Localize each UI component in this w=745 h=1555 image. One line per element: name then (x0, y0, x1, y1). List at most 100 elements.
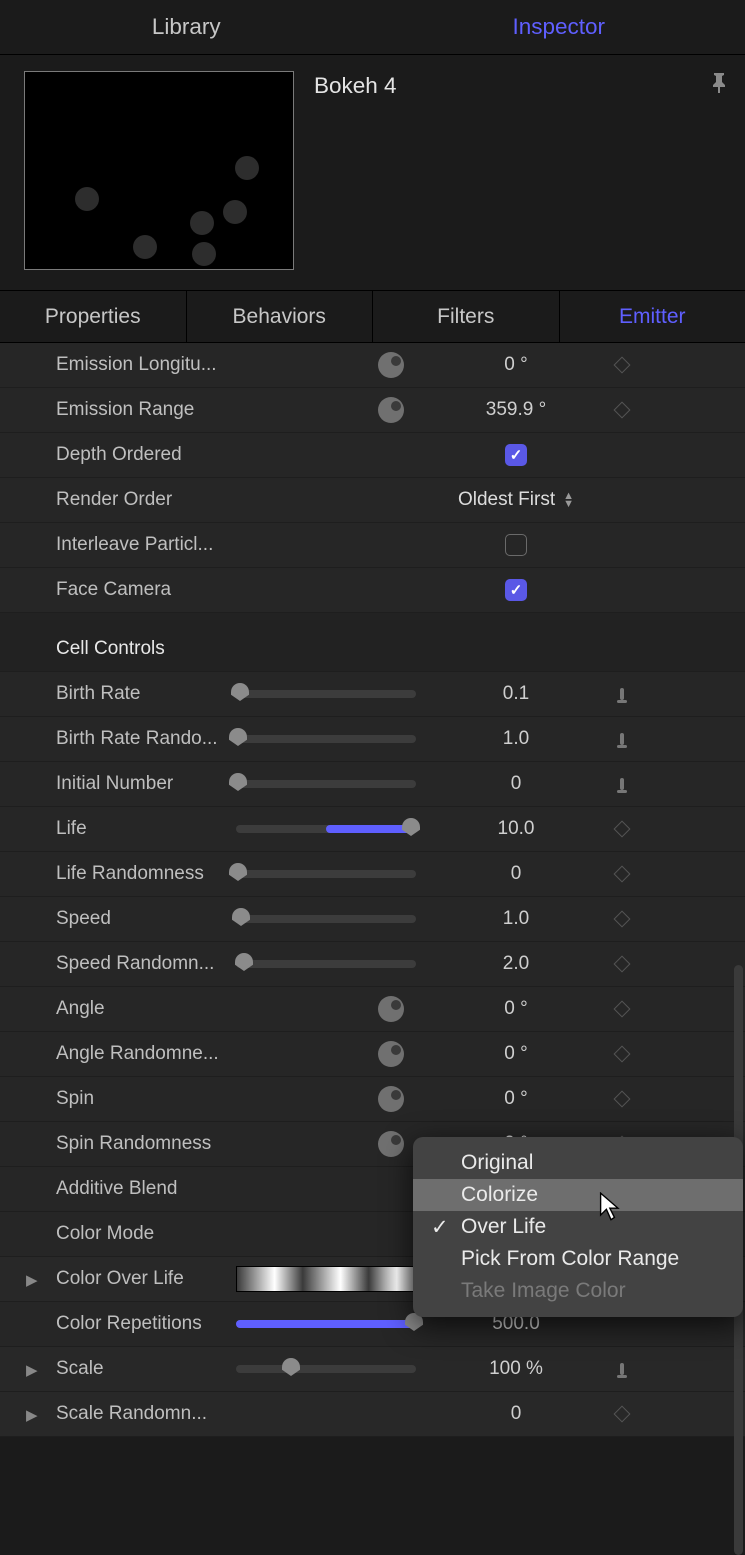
param-label: Speed Randomn... (56, 953, 236, 975)
param-label: Scale (56, 1358, 236, 1380)
param-depth-ordered: Depth Ordered (0, 433, 745, 478)
dial-control[interactable] (378, 397, 404, 423)
subtab-properties[interactable]: Properties (0, 291, 187, 342)
param-scale-randomness: Scale Randomn... 0 (0, 1392, 745, 1437)
param-speed: Speed 1.0 (0, 897, 745, 942)
keyframe-icon[interactable] (614, 402, 631, 419)
keyframe-icon[interactable] (614, 357, 631, 374)
menu-item-over-life[interactable]: Over Life (413, 1211, 743, 1243)
param-value[interactable]: 2.0 (436, 953, 596, 975)
menu-item-pick-from-color-range[interactable]: Pick From Color Range (413, 1243, 743, 1275)
disclosure-icon[interactable]: ▶ (26, 1271, 38, 1289)
param-birth-rate-randomness: Birth Rate Rando... 1.0 (0, 717, 745, 762)
slider[interactable] (236, 780, 416, 788)
keyframe-icon[interactable] (614, 1001, 631, 1018)
keyframe-icon[interactable] (614, 821, 631, 838)
param-label: Life (56, 818, 236, 840)
disclosure-icon[interactable]: ▶ (26, 1406, 38, 1424)
param-value[interactable]: 0 ° (436, 354, 596, 376)
param-emission-longitude: Emission Longitu... 0 ° (0, 343, 745, 388)
dial-control[interactable] (378, 1086, 404, 1112)
slider[interactable] (236, 960, 416, 968)
mini-slider-icon[interactable] (615, 1360, 629, 1378)
param-value[interactable]: 0 (436, 1403, 596, 1425)
param-scale: Scale 100 % (0, 1347, 745, 1392)
param-value[interactable]: 359.9 ° (436, 399, 596, 421)
gradient-well[interactable] (236, 1266, 426, 1292)
inspector-header: Bokeh 4 (0, 55, 745, 278)
keyframe-icon[interactable] (614, 866, 631, 883)
checkbox[interactable] (505, 534, 527, 556)
tab-inspector[interactable]: Inspector (373, 0, 745, 54)
param-value[interactable]: 10.0 (436, 818, 596, 840)
checkbox[interactable] (505, 579, 527, 601)
pin-icon[interactable] (705, 71, 727, 270)
slider[interactable] (236, 1320, 416, 1328)
preview-thumbnail (24, 71, 294, 270)
tab-library[interactable]: Library (0, 0, 373, 54)
param-label: Color Repetitions (56, 1313, 236, 1335)
param-label: Face Camera (56, 579, 236, 601)
param-value[interactable]: 0 ° (436, 998, 596, 1020)
param-value[interactable]: 0 ° (436, 1043, 596, 1065)
param-value[interactable]: 0 (436, 863, 596, 885)
param-label: Birth Rate Rando... (56, 728, 236, 750)
keyframe-icon[interactable] (614, 1091, 631, 1108)
dial-control[interactable] (378, 1131, 404, 1157)
param-value[interactable]: 100 % (436, 1358, 596, 1380)
keyframe-icon[interactable] (614, 1046, 631, 1063)
param-label: Spin Randomness (56, 1133, 236, 1155)
keyframe-icon[interactable] (614, 911, 631, 928)
param-emission-range: Emission Range 359.9 ° (0, 388, 745, 433)
slider[interactable] (236, 690, 416, 698)
top-tabbar: Library Inspector (0, 0, 745, 55)
popup-arrows-icon: ▲▼ (563, 492, 574, 508)
param-value[interactable]: 1.0 (436, 908, 596, 930)
param-render-order: Render Order Oldest First ▲▼ (0, 478, 745, 523)
section-label: Cell Controls (56, 638, 236, 660)
disclosure-icon[interactable]: ▶ (26, 1361, 38, 1379)
param-label: Speed (56, 908, 236, 930)
param-label: Interleave Particl... (56, 534, 236, 556)
param-label: Color Mode (56, 1223, 236, 1245)
param-value[interactable]: 1.0 (436, 728, 596, 750)
param-label: Initial Number (56, 773, 236, 795)
param-interleave-particles: Interleave Particl... (0, 523, 745, 568)
slider[interactable] (236, 735, 416, 743)
param-label: Life Randomness (56, 863, 236, 885)
subtab-emitter[interactable]: Emitter (560, 291, 745, 342)
keyframe-icon[interactable] (614, 956, 631, 973)
dial-control[interactable] (378, 352, 404, 378)
slider[interactable] (236, 870, 416, 878)
checkbox[interactable] (505, 444, 527, 466)
param-label: Color Over Life (56, 1268, 236, 1290)
menu-item-original[interactable]: Original (413, 1147, 743, 1179)
mini-slider-icon[interactable] (615, 685, 629, 703)
subtab-filters[interactable]: Filters (373, 291, 560, 342)
param-value[interactable]: 0.1 (436, 683, 596, 705)
param-label: Birth Rate (56, 683, 236, 705)
keyframe-icon[interactable] (614, 1406, 631, 1423)
param-face-camera: Face Camera (0, 568, 745, 613)
menu-item-colorize[interactable]: Colorize (413, 1179, 743, 1211)
mini-slider-icon[interactable] (615, 775, 629, 793)
param-value[interactable]: 0 (436, 773, 596, 795)
dial-control[interactable] (378, 1041, 404, 1067)
param-life-randomness: Life Randomness 0 (0, 852, 745, 897)
param-speed-randomness: Speed Randomn... 2.0 (0, 942, 745, 987)
object-title: Bokeh 4 (314, 71, 685, 270)
param-label: Emission Range (56, 399, 236, 421)
slider[interactable] (236, 825, 416, 833)
slider[interactable] (236, 915, 416, 923)
popup-render-order[interactable]: Oldest First ▲▼ (436, 489, 596, 511)
param-value[interactable]: 0 ° (436, 1088, 596, 1110)
param-life: Life 10.0 (0, 807, 745, 852)
subtab-behaviors[interactable]: Behaviors (187, 291, 374, 342)
param-spin: Spin 0 ° (0, 1077, 745, 1122)
inspector-subtabs: Properties Behaviors Filters Emitter (0, 290, 745, 343)
mini-slider-icon[interactable] (615, 730, 629, 748)
slider[interactable] (236, 1365, 416, 1373)
param-birth-rate: Birth Rate 0.1 (0, 672, 745, 717)
dial-control[interactable] (378, 996, 404, 1022)
param-label: Emission Longitu... (56, 354, 236, 376)
